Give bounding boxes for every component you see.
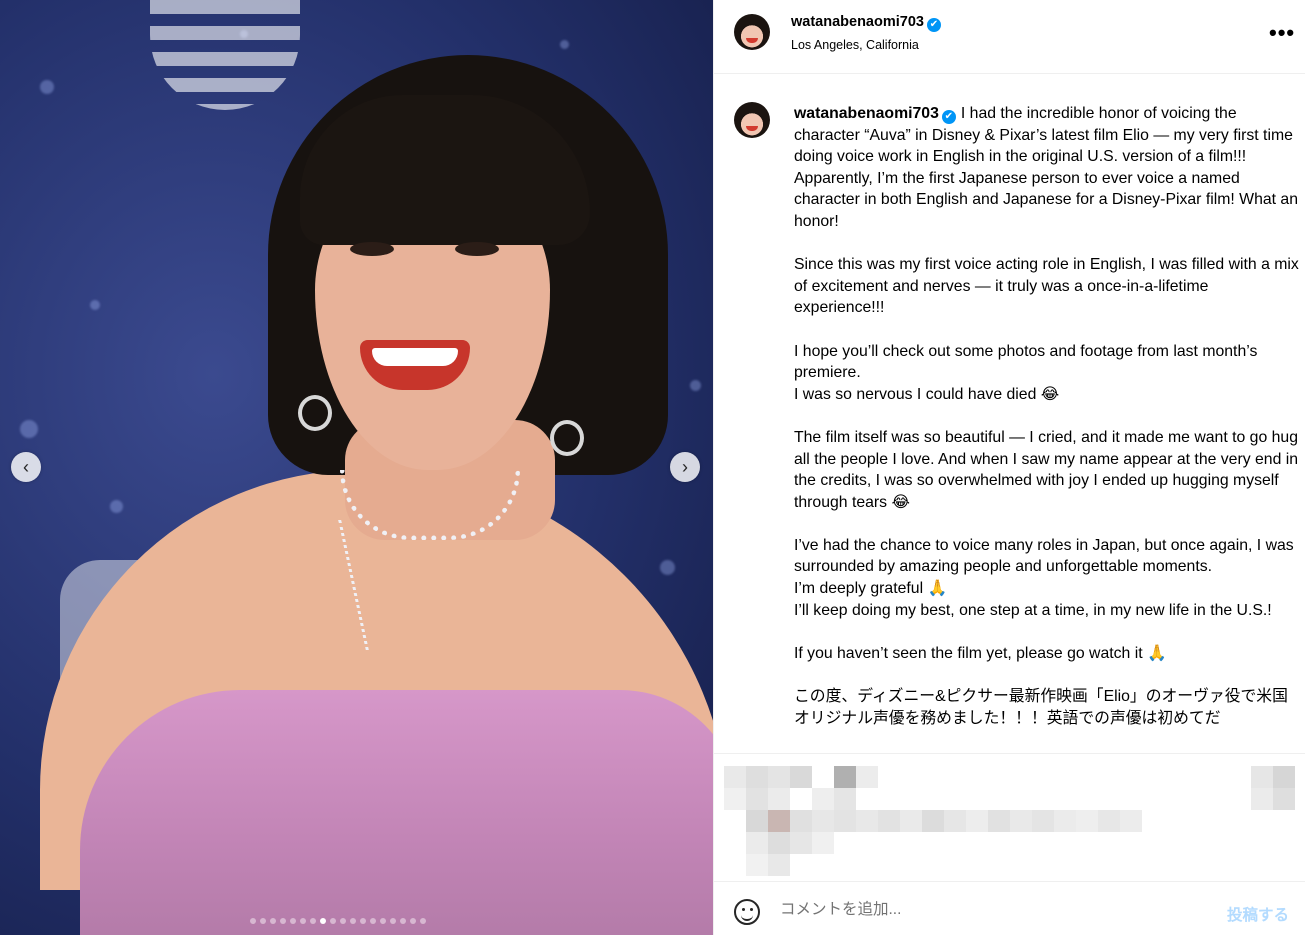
comment-input[interactable] (780, 896, 1200, 924)
pixelated-block (1054, 810, 1076, 832)
carousel-dot (370, 918, 376, 924)
post-caption: watanabenaomi703 ✔ I had the incredible ho… (794, 103, 1299, 729)
pixelated-block (812, 810, 834, 832)
pixelated-block (1098, 810, 1120, 832)
carousel-dot (390, 918, 396, 924)
pixelated-block (922, 810, 944, 832)
pixelated-block (856, 810, 878, 832)
pixelated-block (812, 788, 834, 810)
carousel-pagination-dots (250, 918, 426, 926)
pixelated-block (834, 766, 856, 788)
subject-eye-left (350, 242, 394, 256)
carousel-dot (360, 918, 366, 924)
author-avatar[interactable] (734, 14, 770, 50)
verified-badge-icon: ✔ (926, 18, 941, 32)
chevron-right-icon: › (682, 457, 688, 477)
pixelated-block (834, 810, 856, 832)
carousel-dot (410, 918, 416, 924)
pixelated-block (746, 810, 768, 832)
earring-left (298, 395, 332, 431)
author-username-link[interactable]: watanabenaomi703 ✔ (791, 14, 941, 32)
pixelated-block (790, 810, 812, 832)
pixelated-block (768, 832, 790, 854)
post-media-carousel[interactable]: ‹ › (0, 0, 713, 935)
pixelated-block (900, 810, 922, 832)
carousel-dot (250, 918, 256, 924)
pixelated-block (1076, 810, 1098, 832)
pixelated-block (1273, 766, 1295, 788)
carousel-dot (270, 918, 276, 924)
pixelated-block (1251, 766, 1273, 788)
post-header: watanabenaomi703 ✔ Los Angeles, Californi… (714, 0, 1305, 74)
caption-author-avatar[interactable] (734, 102, 770, 138)
carousel-dot (420, 918, 426, 924)
pixelated-block (1010, 810, 1032, 832)
pixelated-block (768, 810, 790, 832)
pixelated-block (812, 832, 834, 854)
pixelated-comments-area (714, 753, 1305, 881)
carousel-dot (340, 918, 346, 924)
carousel-dot (310, 918, 316, 924)
carousel-next-button[interactable]: › (670, 452, 700, 482)
pixelated-block (768, 766, 790, 788)
pixelated-block (878, 810, 900, 832)
carousel-dot (260, 918, 266, 924)
pixelated-block (768, 854, 790, 876)
add-comment-bar: 投稿する (714, 881, 1305, 935)
pixelated-block (988, 810, 1010, 832)
carousel-prev-button[interactable]: ‹ (11, 452, 41, 482)
pixelated-block (944, 810, 966, 832)
earring-right (550, 420, 584, 456)
pixelated-block (834, 788, 856, 810)
post-side-panel: watanabenaomi703 ✔ Los Angeles, Californi… (713, 0, 1305, 935)
subject-teeth (372, 348, 458, 366)
carousel-dot (330, 918, 336, 924)
caption-author-username[interactable]: watanabenaomi703 ✔ (794, 105, 956, 124)
carousel-dot (290, 918, 296, 924)
pixelated-block (746, 766, 768, 788)
pixelated-block (856, 766, 878, 788)
pink-dress (80, 690, 713, 935)
caption-text: I had the incredible honor of voicing th… (794, 105, 1299, 727)
carousel-dot-active (320, 918, 326, 924)
pixelated-block (1032, 810, 1054, 832)
caption-username-text: watanabenaomi703 (794, 105, 939, 122)
carousel-dot (300, 918, 306, 924)
carousel-dot (350, 918, 356, 924)
carousel-dot (400, 918, 406, 924)
chevron-left-icon: ‹ (23, 457, 29, 477)
post-location-link[interactable]: Los Angeles, California (791, 38, 919, 52)
pixelated-block (724, 788, 746, 810)
pixelated-block (790, 832, 812, 854)
pixelated-block (768, 788, 790, 810)
more-options-icon[interactable]: ••• (1269, 20, 1295, 46)
pixelated-block (1120, 810, 1142, 832)
post-comment-button[interactable]: 投稿する (1227, 903, 1289, 925)
pixelated-block (1273, 788, 1295, 810)
photo-subject (0, 0, 713, 935)
carousel-dot (280, 918, 286, 924)
author-username: watanabenaomi703 (791, 14, 924, 30)
pixelated-block (746, 788, 768, 810)
pixelated-block (966, 810, 988, 832)
pixelated-block (724, 766, 746, 788)
caption-scroll-area[interactable]: watanabenaomi703 ✔ I had the incredible ho… (714, 75, 1305, 753)
emoji-icon[interactable] (734, 899, 760, 925)
pixelated-block (790, 766, 812, 788)
pixelated-block (1251, 788, 1273, 810)
pixelated-block (746, 832, 768, 854)
pixelated-block (746, 854, 768, 876)
subject-eye-right (455, 242, 499, 256)
caption-verified-badge-icon: ✔ (941, 110, 956, 124)
carousel-dot (380, 918, 386, 924)
